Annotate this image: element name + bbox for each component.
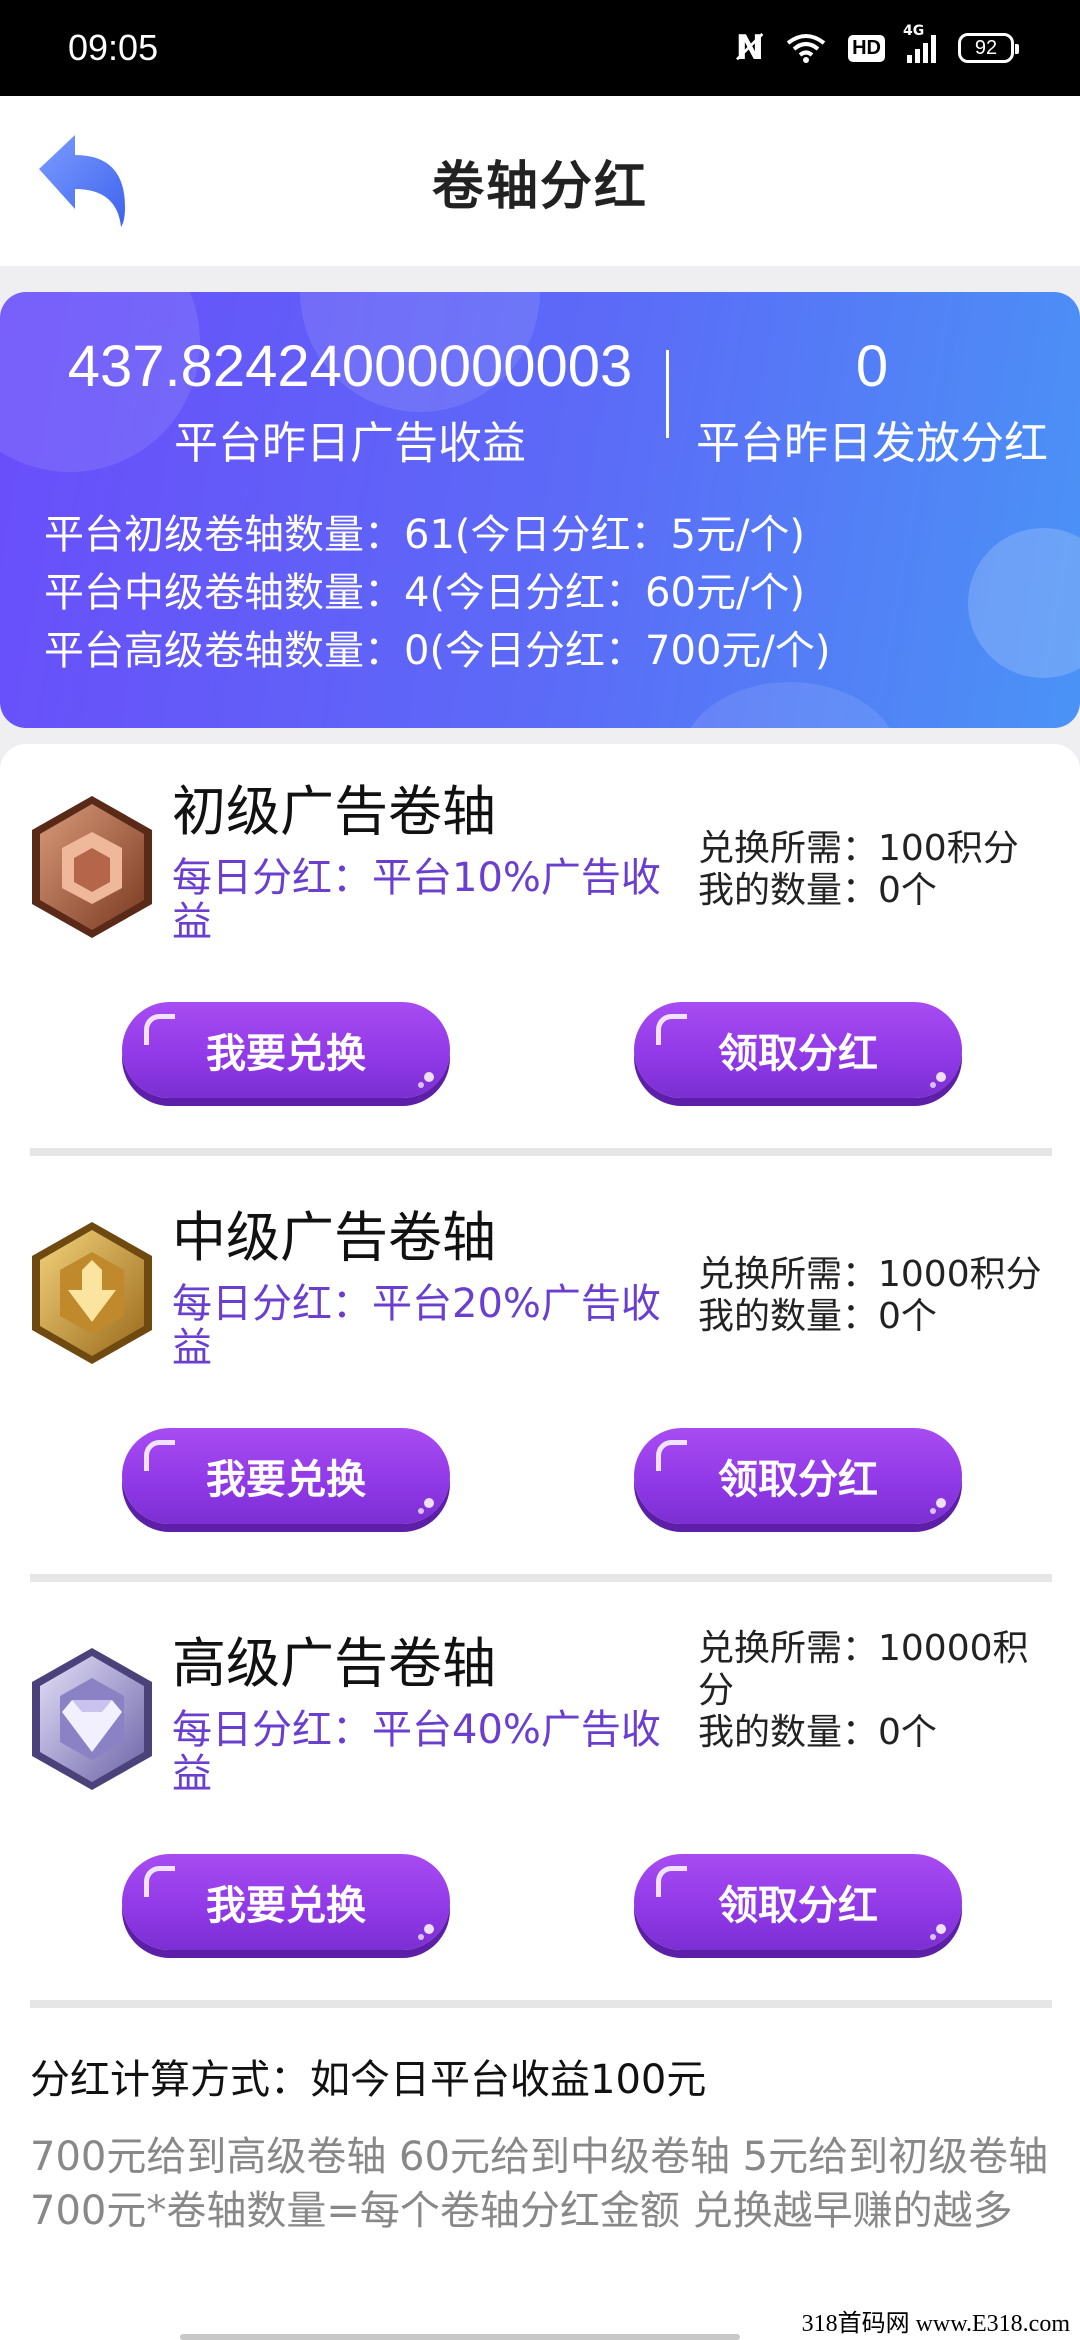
tier-mid: 中级广告卷轴 每日分红：平台20%广告收益 兑换所需：1000积分 我的数量：0… bbox=[0, 1170, 1080, 1596]
claim-dividend-button[interactable]: 领取分红 bbox=[634, 1002, 962, 1098]
hd-badge: HD bbox=[848, 34, 885, 62]
tier-desc: 每日分红：平台10%广告收益 bbox=[172, 855, 661, 945]
back-button[interactable] bbox=[30, 126, 140, 236]
signal-icon: 4G bbox=[903, 23, 936, 63]
network-type: 4G bbox=[903, 23, 925, 39]
tier-name: 初级广告卷轴 bbox=[172, 780, 496, 843]
status-bar: 09:05 N̸ HD 4G 92 bbox=[0, 0, 1080, 96]
claim-dividend-button[interactable]: 领取分红 bbox=[634, 1428, 962, 1524]
formula-body: 700元给到高级卷轴 60元给到中级卷轴 5元给到初级卷轴 700元*卷轴数量=… bbox=[30, 2134, 1049, 2234]
stat-divider bbox=[666, 350, 669, 438]
ad-revenue-label: 平台昨日广告收益 bbox=[174, 418, 526, 469]
exchange-button[interactable]: 我要兑换 bbox=[122, 1854, 450, 1950]
scroll-counts: 平台初级卷轴数量：61(今日分红：5元/个) 平台中级卷轴数量：4(今日分红：6… bbox=[44, 506, 830, 680]
gold-emblem-icon bbox=[32, 1222, 152, 1364]
wifi-icon bbox=[786, 33, 826, 63]
divider bbox=[30, 1148, 1052, 1156]
count-line-basic: 平台初级卷轴数量：61(今日分红：5元/个) bbox=[44, 512, 806, 558]
tier-owned: 我的数量：0个 bbox=[698, 1296, 937, 1337]
tier-owned: 我的数量：0个 bbox=[698, 1712, 937, 1753]
ad-revenue-value: 437.82424000000003 bbox=[67, 334, 633, 399]
tier-cost: 兑换所需：1000积分 bbox=[698, 1254, 1042, 1295]
back-arrow-icon bbox=[39, 135, 125, 227]
battery-level: 92 bbox=[974, 36, 998, 59]
dividend-label: 平台昨日发放分红 bbox=[696, 418, 1048, 469]
divider bbox=[30, 2000, 1052, 2008]
page-title: 卷轴分红 bbox=[431, 156, 648, 217]
tier-info: 兑换所需：10000积分 我的数量：0个 bbox=[698, 1628, 1058, 1754]
summary-card: 437.82424000000003 平台昨日广告收益 0 平台昨日发放分红 平… bbox=[0, 292, 1080, 728]
ad-revenue-stat: 437.82424000000003 平台昨日广告收益 bbox=[30, 332, 670, 472]
divider bbox=[30, 1574, 1052, 1582]
header: 卷轴分红 bbox=[0, 96, 1080, 266]
tier-cost: 兑换所需：10000积分 bbox=[698, 1628, 1029, 1711]
tier-info: 兑换所需：100积分 我的数量：0个 bbox=[698, 828, 1058, 912]
tier-name: 中级广告卷轴 bbox=[172, 1206, 496, 1269]
dividend-stat: 0 平台昨日发放分红 bbox=[672, 332, 1072, 472]
tier-info: 兑换所需：1000积分 我的数量：0个 bbox=[698, 1254, 1058, 1338]
tier-cost: 兑换所需：100积分 bbox=[698, 828, 1019, 869]
nfc-icon: N̸ bbox=[735, 28, 765, 68]
status-icons: N̸ HD 4G 92 bbox=[735, 23, 1019, 68]
diamond-emblem-icon bbox=[32, 1648, 152, 1790]
tier-name: 高级广告卷轴 bbox=[172, 1632, 496, 1695]
exchange-button[interactable]: 我要兑换 bbox=[122, 1428, 450, 1524]
tier-owned: 我的数量：0个 bbox=[698, 870, 937, 911]
exchange-button[interactable]: 我要兑换 bbox=[122, 1002, 450, 1098]
tier-high: 高级广告卷轴 每日分红：平台40%广告收益 兑换所需：10000积分 我的数量：… bbox=[0, 1596, 1080, 2022]
status-time: 09:05 bbox=[68, 27, 159, 68]
count-line-mid: 平台中级卷轴数量：4(今日分红：60元/个) bbox=[44, 570, 806, 616]
count-line-high: 平台高级卷轴数量：0(今日分红：700元/个) bbox=[44, 628, 831, 674]
tier-desc: 每日分红：平台20%广告收益 bbox=[172, 1281, 661, 1371]
home-indicator[interactable] bbox=[180, 2334, 740, 2340]
bronze-emblem-icon bbox=[32, 796, 152, 938]
dividend-value: 0 bbox=[855, 334, 889, 399]
watermark: 318首码网 www.E318.com bbox=[795, 2303, 1076, 2338]
tier-desc: 每日分红：平台40%广告收益 bbox=[172, 1707, 661, 1797]
tier-basic: 初级广告卷轴 每日分红：平台10%广告收益 兑换所需：100积分 我的数量：0个… bbox=[0, 744, 1080, 1170]
claim-dividend-button[interactable]: 领取分红 bbox=[634, 1854, 962, 1950]
battery-icon: 92 bbox=[958, 33, 1019, 63]
formula-title: 分红计算方式：如今日平台收益100元 bbox=[30, 2057, 707, 2103]
